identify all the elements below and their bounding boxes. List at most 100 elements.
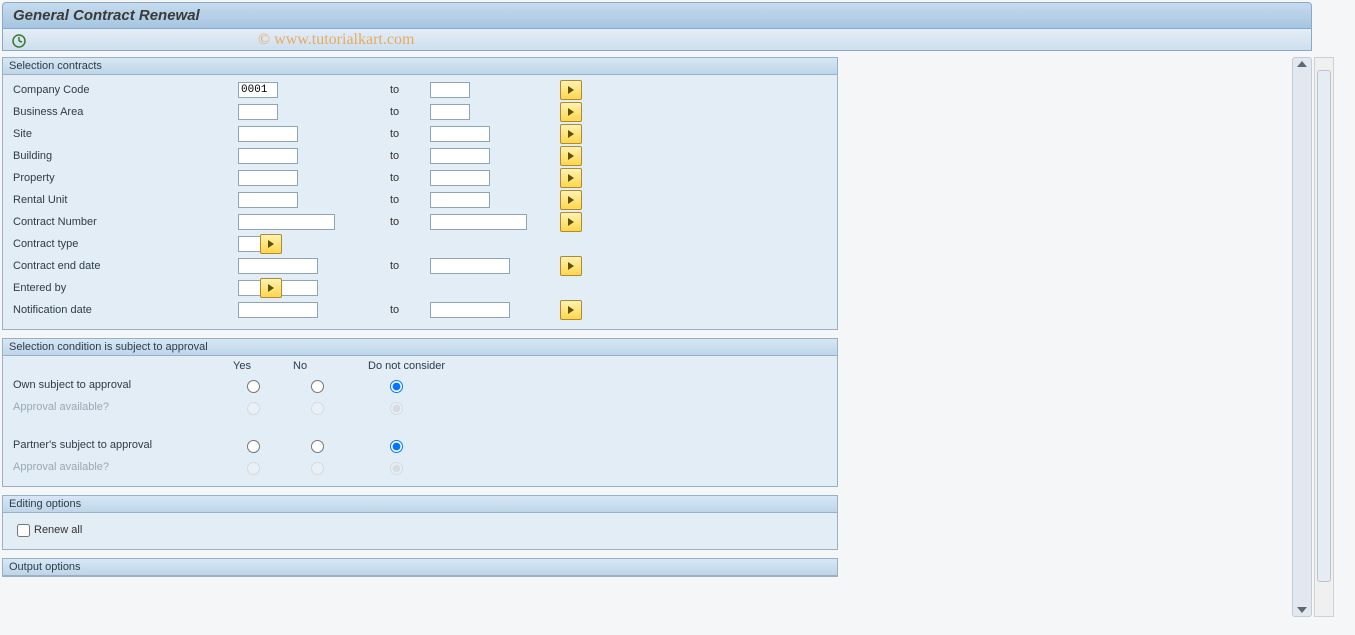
to-label: to (388, 84, 430, 96)
renew-all-label: Renew all (34, 524, 82, 536)
to-label: to (388, 260, 430, 272)
multiple-selection-button[interactable] (560, 256, 582, 276)
property-to[interactable] (430, 170, 490, 186)
label-notification-date: Notification date (13, 304, 238, 316)
arrow-right-icon (568, 174, 574, 182)
to-label: to (388, 304, 430, 316)
content-area: Selection contracts Company Code to Busi… (2, 57, 1312, 617)
vertical-scrollbar-outer[interactable] (1314, 57, 1334, 617)
label-partner-approval-avail: Approval available? (13, 461, 238, 473)
contract-end-date-from[interactable] (238, 258, 318, 274)
to-label: to (388, 150, 430, 162)
col-yes: Yes (233, 360, 293, 372)
partner-approval-no (311, 462, 324, 475)
execute-icon[interactable] (11, 33, 27, 49)
group-header: Selection condition is subject to approv… (3, 339, 837, 356)
to-label: to (388, 106, 430, 118)
row-contract-type: Contract type (13, 233, 831, 255)
multiple-selection-button[interactable] (560, 300, 582, 320)
own-subject-no[interactable] (311, 380, 324, 393)
site-to[interactable] (430, 126, 490, 142)
own-approval-no (311, 402, 324, 415)
multiple-selection-button[interactable] (560, 212, 582, 232)
row-partner-approval-avail: Approval available? (13, 456, 831, 478)
arrow-right-icon (568, 108, 574, 116)
own-subject-dnc[interactable] (390, 380, 403, 393)
notification-date-to[interactable] (430, 302, 510, 318)
multiple-selection-button[interactable] (560, 124, 582, 144)
contract-number-to[interactable] (430, 214, 527, 230)
row-business-area: Business Area to (13, 101, 831, 123)
row-renew-all: Renew all (13, 519, 831, 541)
row-contract-number: Contract Number to (13, 211, 831, 233)
radio-header: Yes No Do not consider (233, 360, 831, 372)
arrow-right-icon (568, 218, 574, 226)
building-from[interactable] (238, 148, 298, 164)
property-from[interactable] (238, 170, 298, 186)
col-no: No (293, 360, 368, 372)
business-area-from[interactable] (238, 104, 278, 120)
rental-unit-from[interactable] (238, 192, 298, 208)
partner-approval-yes (247, 462, 260, 475)
label-business-area: Business Area (13, 106, 238, 118)
group-approval: Selection condition is subject to approv… (2, 338, 838, 487)
arrow-right-icon (568, 306, 574, 314)
to-label: to (388, 128, 430, 140)
toolbar: © www.tutorialkart.com (2, 29, 1312, 51)
partner-approval-dnc (390, 462, 403, 475)
multiple-selection-button[interactable] (560, 168, 582, 188)
arrow-right-icon (268, 240, 274, 248)
row-company-code: Company Code to (13, 79, 831, 101)
arrow-right-icon (568, 196, 574, 204)
multiple-selection-button[interactable] (560, 80, 582, 100)
business-area-to[interactable] (430, 104, 470, 120)
multiple-selection-button[interactable] (560, 146, 582, 166)
label-rental-unit: Rental Unit (13, 194, 238, 206)
page-title: General Contract Renewal (2, 2, 1312, 29)
arrow-right-icon (268, 284, 274, 292)
building-to[interactable] (430, 148, 490, 164)
arrow-right-icon (568, 86, 574, 94)
to-label: to (388, 194, 430, 206)
contract-end-date-to[interactable] (430, 258, 510, 274)
vertical-scrollbar-inner[interactable] (1292, 57, 1312, 617)
multiple-selection-button[interactable] (560, 190, 582, 210)
label-partner-subject: Partner's subject to approval (13, 439, 238, 451)
label-building: Building (13, 150, 238, 162)
multiple-selection-button[interactable] (260, 234, 282, 254)
row-notification-date: Notification date to (13, 299, 831, 321)
scroll-up-icon (1297, 61, 1307, 67)
company-code-to[interactable] (430, 82, 470, 98)
arrow-right-icon (568, 130, 574, 138)
own-approval-yes (247, 402, 260, 415)
label-entered-by: Entered by (13, 282, 238, 294)
group-header: Editing options (3, 496, 837, 513)
contract-number-from[interactable] (238, 214, 335, 230)
partner-subject-no[interactable] (311, 440, 324, 453)
company-code-from[interactable] (238, 82, 278, 98)
arrow-right-icon (568, 262, 574, 270)
row-building: Building to (13, 145, 831, 167)
renew-all-checkbox[interactable] (17, 524, 30, 537)
label-own-subject: Own subject to approval (13, 379, 238, 391)
row-contract-end-date: Contract end date to (13, 255, 831, 277)
col-dnc: Do not consider (368, 360, 508, 372)
notification-date-from[interactable] (238, 302, 318, 318)
site-from[interactable] (238, 126, 298, 142)
partner-subject-yes[interactable] (247, 440, 260, 453)
rental-unit-to[interactable] (430, 192, 490, 208)
label-site: Site (13, 128, 238, 140)
group-selection-contracts: Selection contracts Company Code to Busi… (2, 57, 838, 330)
label-contract-number: Contract Number (13, 216, 238, 228)
row-entered-by: Entered by (13, 277, 831, 299)
scrollbar-thumb[interactable] (1317, 70, 1331, 582)
partner-subject-dnc[interactable] (390, 440, 403, 453)
arrow-right-icon (568, 152, 574, 160)
own-subject-yes[interactable] (247, 380, 260, 393)
group-header: Output options (3, 559, 837, 576)
label-company-code: Company Code (13, 84, 238, 96)
row-rental-unit: Rental Unit to (13, 189, 831, 211)
multiple-selection-button[interactable] (260, 278, 282, 298)
group-header: Selection contracts (3, 58, 837, 75)
multiple-selection-button[interactable] (560, 102, 582, 122)
